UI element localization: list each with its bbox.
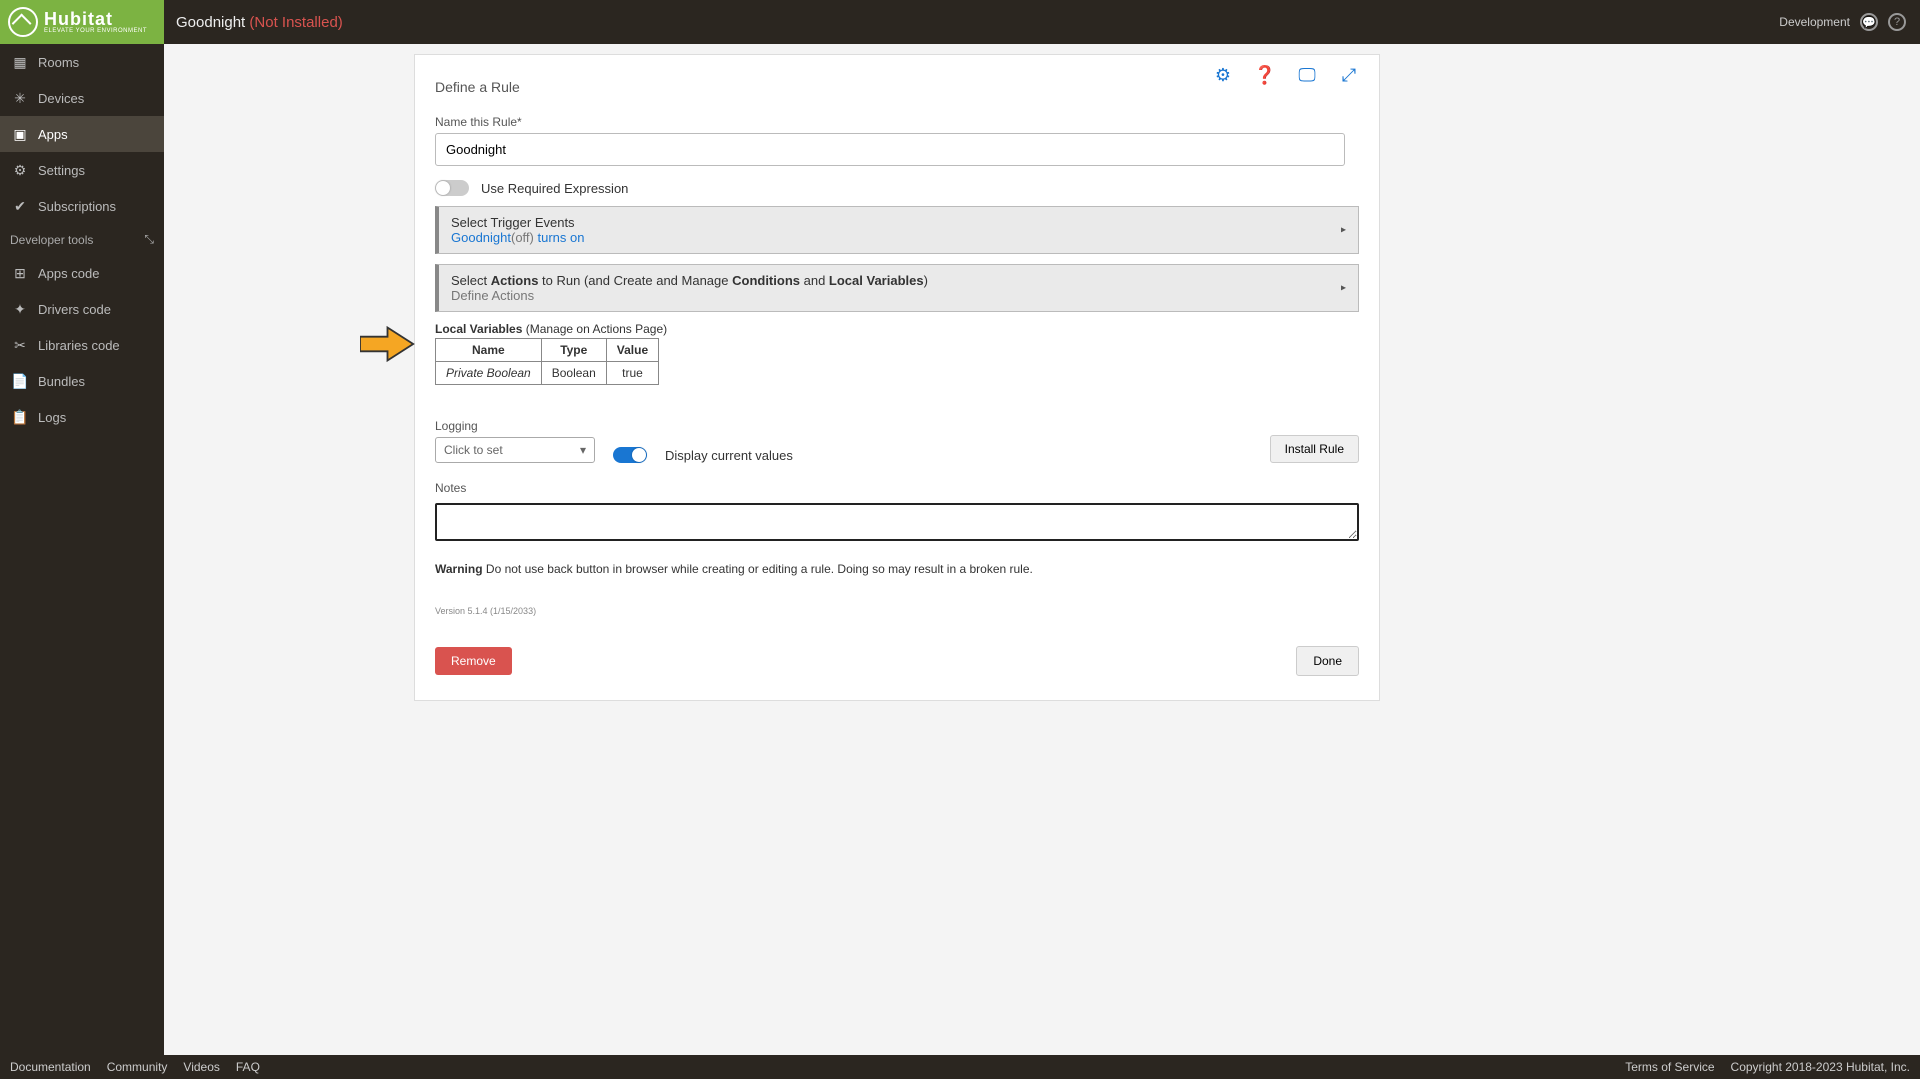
- cell-type: Boolean: [541, 362, 606, 385]
- sidebar-item-label: Settings: [38, 163, 85, 178]
- localvars-hint: (Manage on Actions Page): [522, 322, 667, 336]
- footer-documentation[interactable]: Documentation: [10, 1060, 91, 1074]
- trigger-action: turns on: [538, 230, 585, 245]
- col-name: Name: [436, 339, 542, 362]
- caret-right-icon: ▸: [1341, 283, 1346, 294]
- cell-value: true: [606, 362, 658, 385]
- brand-name: Hubitat: [44, 10, 147, 28]
- sidebar-item-label: Devices: [38, 91, 84, 106]
- required-expression-toggle[interactable]: [435, 180, 469, 196]
- name-label: Name this Rule*: [435, 115, 1359, 129]
- sidebar-item-bundles[interactable]: 📄 Bundles: [0, 363, 164, 399]
- sidebar-item-label: Drivers code: [38, 302, 111, 317]
- col-value: Value: [606, 339, 658, 362]
- sidebar-item-devices[interactable]: ✳ Devices: [0, 80, 164, 116]
- actions-text: Select: [451, 273, 491, 288]
- bundles-icon: 📄: [12, 373, 28, 389]
- caret-right-icon: ▸: [1341, 225, 1346, 236]
- sidebar-item-rooms[interactable]: ▦ Rooms: [0, 44, 164, 80]
- display-values-label: Display current values: [665, 448, 793, 463]
- settings-icon: ⚙: [12, 162, 28, 178]
- monitor-icon[interactable]: 🖵: [1296, 64, 1318, 86]
- sidebar-item-subscriptions[interactable]: ✔ Subscriptions: [0, 188, 164, 224]
- logging-select-text: Click to set: [444, 443, 503, 457]
- sidebar-item-drivers-code[interactable]: ✦ Drivers code: [0, 291, 164, 327]
- localvars-title: Local Variables: [435, 322, 522, 336]
- drivers-code-icon: ✦: [12, 301, 28, 317]
- subscriptions-icon: ✔: [12, 198, 28, 214]
- sidebar-item-label: Apps code: [38, 266, 99, 281]
- trigger-state: (off): [511, 230, 534, 245]
- chevron-down-icon: ▾: [580, 443, 586, 457]
- warning-text: Do not use back button in browser while …: [483, 562, 1033, 576]
- logging-select[interactable]: Click to set ▾: [435, 437, 595, 463]
- version-text: Version 5.1.4 (1/15/2033): [435, 606, 1359, 616]
- sidebar-item-settings[interactable]: ⚙ Settings: [0, 152, 164, 188]
- rule-name-input[interactable]: [435, 133, 1345, 166]
- conditions-bold: Conditions: [732, 273, 800, 288]
- remove-button[interactable]: Remove: [435, 647, 512, 675]
- sidebar-item-label: Apps: [38, 127, 68, 142]
- sidebar-item-label: Logs: [38, 410, 66, 425]
- developer-tools-header[interactable]: Developer tools ⤡: [0, 224, 164, 255]
- notes-input[interactable]: [435, 503, 1359, 541]
- chat-icon[interactable]: 💬: [1860, 13, 1878, 31]
- cell-name: Private Boolean: [436, 362, 542, 385]
- sidebar-item-logs[interactable]: 📋 Logs: [0, 399, 164, 435]
- localvars-bold: Local Variables: [829, 273, 924, 288]
- logo-icon: [8, 7, 38, 37]
- footer-faq[interactable]: FAQ: [236, 1060, 260, 1074]
- display-values-toggle[interactable]: [613, 447, 647, 463]
- page-title: Goodnight (Not Installed): [164, 14, 343, 31]
- define-actions-sub: Define Actions: [451, 288, 1346, 303]
- required-expression-label: Use Required Expression: [481, 181, 628, 196]
- apps-code-icon: ⊞: [12, 265, 28, 281]
- done-button[interactable]: Done: [1296, 646, 1359, 676]
- sidebar-item-libraries-code[interactable]: ✂ Libraries code: [0, 327, 164, 363]
- trigger-events-panel[interactable]: Select Trigger Events Goodnight(off) tur…: [435, 206, 1359, 254]
- logs-icon: 📋: [12, 409, 28, 425]
- footer-videos[interactable]: Videos: [183, 1060, 219, 1074]
- app-name: Goodnight: [176, 14, 245, 31]
- actions-bold: Actions: [491, 273, 539, 288]
- col-type: Type: [541, 339, 606, 362]
- trigger-title: Select Trigger Events: [451, 215, 1346, 230]
- expand-icon[interactable]: ⤢: [1338, 64, 1360, 86]
- devices-icon: ✳: [12, 90, 28, 106]
- install-status: (Not Installed): [249, 14, 342, 31]
- annotation-arrow: [360, 324, 415, 364]
- help-icon[interactable]: ?: [1888, 13, 1906, 31]
- env-label: Development: [1779, 15, 1850, 29]
- actions-text: ): [924, 273, 928, 288]
- sidebar-item-label: Bundles: [38, 374, 85, 389]
- libraries-code-icon: ✂: [12, 337, 28, 353]
- logging-label: Logging: [435, 419, 595, 433]
- question-icon[interactable]: ❓: [1254, 64, 1276, 86]
- sidebar-item-label: Libraries code: [38, 338, 120, 353]
- actions-text: to Run (and Create and Manage: [538, 273, 732, 288]
- footer-terms[interactable]: Terms of Service: [1625, 1060, 1714, 1074]
- rooms-icon: ▦: [12, 54, 28, 70]
- brand-tag: ELEVATE YOUR ENVIRONMENT: [44, 28, 147, 34]
- notes-label: Notes: [435, 481, 1359, 495]
- actions-panel[interactable]: Select Actions to Run (and Create and Ma…: [435, 264, 1359, 312]
- brand-logo[interactable]: Hubitat ELEVATE YOUR ENVIRONMENT: [0, 0, 164, 44]
- install-rule-button[interactable]: Install Rule: [1270, 435, 1359, 463]
- local-variables-table: Name Type Value Private Boolean Boolean …: [435, 338, 659, 385]
- warning-bold: Warning: [435, 562, 483, 576]
- sidebar-item-apps-code[interactable]: ⊞ Apps code: [0, 255, 164, 291]
- sidebar-item-apps[interactable]: ▣ Apps: [0, 116, 164, 152]
- collapse-icon: ⤡: [144, 232, 154, 247]
- footer-copyright: Copyright 2018-2023 Hubitat, Inc.: [1731, 1060, 1910, 1074]
- footer-community[interactable]: Community: [107, 1060, 168, 1074]
- actions-text: and: [800, 273, 829, 288]
- sidebar-item-label: Subscriptions: [38, 199, 116, 214]
- apps-icon: ▣: [12, 126, 28, 142]
- devtools-label: Developer tools: [10, 233, 93, 247]
- sidebar-item-label: Rooms: [38, 55, 79, 70]
- trigger-device: Goodnight: [451, 230, 511, 245]
- gear-icon[interactable]: ⚙: [1212, 64, 1234, 86]
